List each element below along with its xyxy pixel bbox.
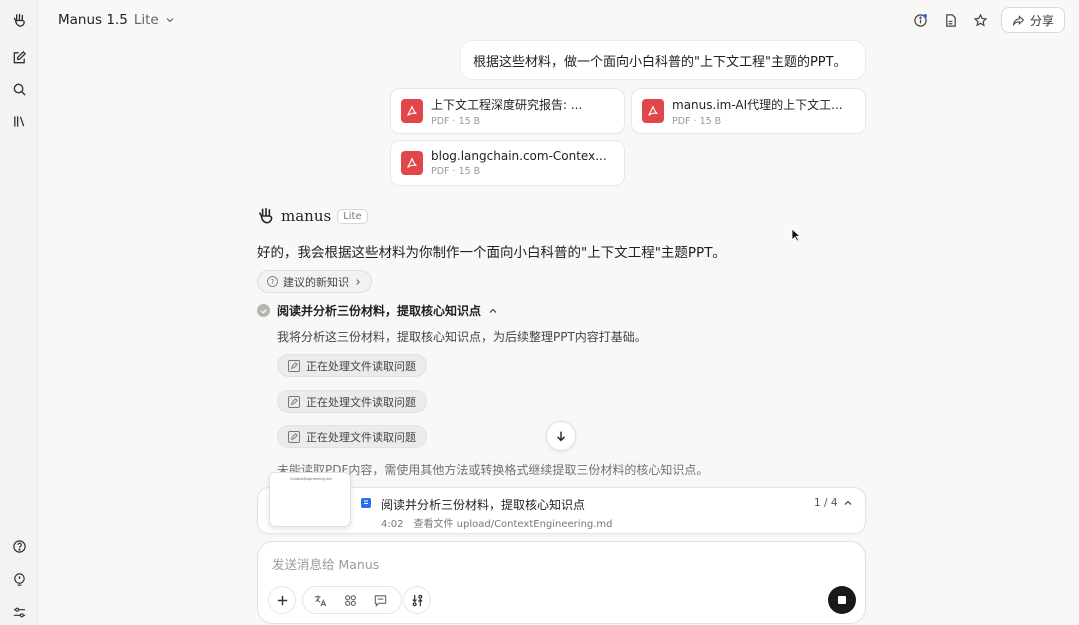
step-toggle[interactable]: 阅读并分析三份材料，提取核心知识点 <box>257 302 498 319</box>
plus-icon <box>277 595 287 605</box>
manus-logo-icon <box>259 207 273 224</box>
mouse-cursor-icon <box>791 228 801 242</box>
thumbnail-text: ContextEngineering.md <box>290 477 332 481</box>
help-icon[interactable] <box>6 533 32 559</box>
star-icon[interactable] <box>971 10 991 30</box>
message-composer <box>257 541 866 624</box>
settings-icon[interactable] <box>6 599 32 625</box>
user-message: 根据这些材料，做一个面向小白科普的"上下文工程"主题的PPT。 <box>460 40 866 80</box>
attachment-card[interactable]: 上下文工程深度研究报告: ... PDF · 15 B <box>390 88 625 134</box>
main-area: Manus 1.5 Lite 分享 根据这些材料，做一个面向小白科普的"上下文工… <box>38 0 1079 625</box>
tool-call-label: 正在处理文件读取问题 <box>306 430 416 444</box>
new-task-icon[interactable] <box>6 44 32 70</box>
edit-icon <box>288 430 300 443</box>
assistant-header: manus Lite <box>257 207 368 225</box>
arrow-down-icon <box>557 431 565 442</box>
tool-call-label: 正在处理文件读取问题 <box>306 359 416 373</box>
progress-time: 4:02 <box>381 519 404 530</box>
pdf-icon <box>401 99 423 123</box>
edit-icon <box>288 395 300 408</box>
lite-badge: Lite <box>337 208 368 224</box>
attachment-name: blog.langchain.com-Contex... <box>431 149 607 163</box>
question-icon: ? <box>267 276 278 287</box>
step-description: 我将分析这三份材料，提取核心知识点，为后续整理PPT内容打基础。 <box>277 330 647 344</box>
attachment-meta: PDF · 15 B <box>431 115 481 127</box>
share-button[interactable]: 分享 <box>1000 7 1065 33</box>
tool-call-label: 正在处理文件读取问题 <box>306 395 416 409</box>
progress-action: 查看文件 upload/ContextEngineering.md <box>413 519 613 530</box>
comment-icon <box>374 594 386 607</box>
idea-icon[interactable] <box>6 566 32 592</box>
app-title: Manus 1.5 <box>58 12 128 28</box>
chevron-up-icon[interactable] <box>843 498 853 508</box>
model-selector[interactable]: Manus 1.5 Lite <box>58 10 175 30</box>
app-version: Lite <box>133 12 159 28</box>
stop-button[interactable] <box>828 586 856 614</box>
task-step-icon <box>361 498 371 508</box>
chevron-down-icon <box>166 18 174 23</box>
tool-call-chip[interactable]: 正在处理文件读取问题 <box>277 425 427 448</box>
translate-button[interactable] <box>306 586 334 614</box>
attachment-meta: PDF · 15 B <box>431 166 481 177</box>
manus-logo-icon[interactable] <box>6 7 32 33</box>
connectors-button[interactable] <box>403 586 431 614</box>
agents-icon <box>344 594 356 606</box>
scroll-to-bottom-button[interactable] <box>546 421 576 451</box>
translate-icon <box>314 594 326 606</box>
step-title: 阅读并分析三份材料，提取核心知识点 <box>277 304 482 318</box>
tool-call-chip[interactable]: 正在处理文件读取问题 <box>277 390 427 413</box>
tool-call-chip[interactable]: 正在处理文件读取问题 <box>277 354 427 377</box>
search-icon[interactable] <box>6 76 32 102</box>
share-label: 分享 <box>1029 13 1054 28</box>
file-thumbnail[interactable]: ContextEngineering.md <box>269 472 351 527</box>
stop-icon <box>838 596 846 604</box>
progress-title: 阅读并分析三份材料，提取核心知识点 <box>381 498 586 512</box>
agents-button[interactable] <box>336 586 364 614</box>
pdf-icon <box>642 99 664 123</box>
attachment-meta: PDF · 15 B <box>672 115 722 127</box>
attachment-name: manus.im-AI代理的上下文工... <box>672 97 843 112</box>
assistant-reply: 好的，我会根据这些材料为你制作一个面向小白科普的"上下文工程"主题PPT。 <box>257 245 726 261</box>
sidebar <box>0 0 38 625</box>
attachment-card[interactable]: manus.im-AI代理的上下文工... PDF · 15 B <box>631 88 866 134</box>
attachment-card[interactable]: blog.langchain.com-Contex... PDF · 15 B <box>390 140 625 186</box>
message-input[interactable] <box>272 554 832 574</box>
progress-subtitle: 4:02 查看文件 upload/ContextEngineering.md <box>381 515 613 530</box>
document-icon[interactable] <box>941 10 961 30</box>
progress-count: 1 / 4 <box>814 497 838 509</box>
check-icon <box>257 304 270 317</box>
edit-icon <box>288 359 300 372</box>
chevron-right-icon <box>356 278 360 285</box>
suggest-knowledge-button[interactable]: ? 建议的新知识 <box>257 270 372 293</box>
attachment-name: 上下文工程深度研究报告: ... <box>431 97 583 112</box>
share-icon <box>1012 14 1025 26</box>
info-icon[interactable] <box>911 10 931 30</box>
comment-button[interactable] <box>366 586 394 614</box>
pdf-icon <box>401 151 423 175</box>
chevron-up-icon <box>489 308 497 313</box>
library-icon[interactable] <box>6 108 32 134</box>
assistant-name: manus <box>281 207 332 225</box>
connectors-icon <box>411 594 423 606</box>
suggest-label: 建议的新知识 <box>283 275 349 289</box>
add-attachment-button[interactable] <box>268 586 296 614</box>
topbar-actions: 分享 <box>911 7 1065 33</box>
